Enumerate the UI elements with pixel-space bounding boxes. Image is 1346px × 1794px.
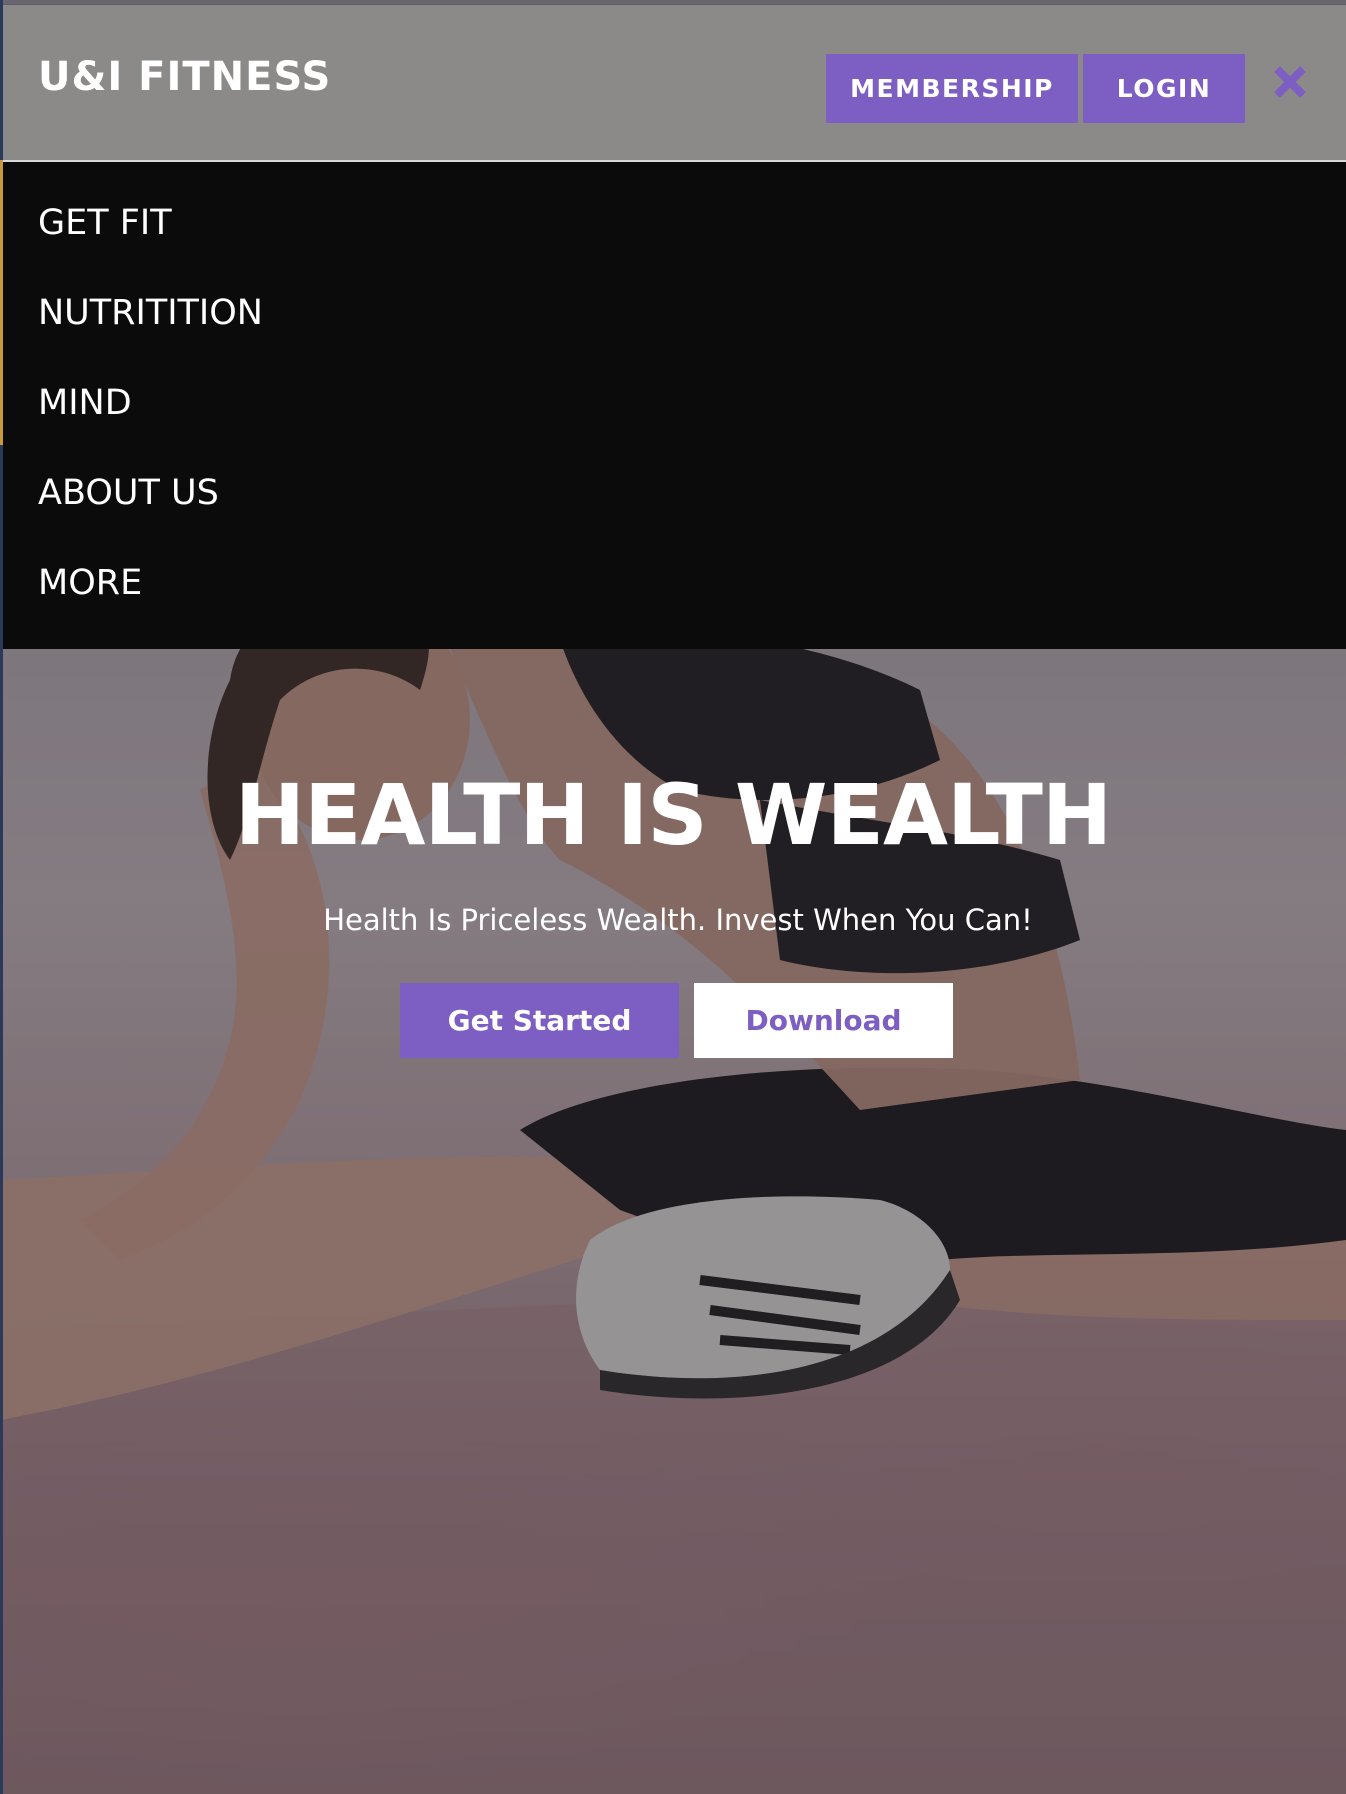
close-icon[interactable] [1272, 64, 1308, 100]
login-button[interactable]: LOGIN [1083, 54, 1245, 123]
close-x-glyph [1274, 66, 1306, 98]
nav-item-mind[interactable]: MIND [38, 386, 132, 421]
membership-button[interactable]: MEMBERSHIP [826, 54, 1078, 123]
nav-item-get-fit[interactable]: GET FIT [38, 206, 172, 241]
nav-item-about-us[interactable]: ABOUT US [38, 476, 219, 511]
nav-item-nutrition[interactable]: NUTRITITION [38, 296, 263, 331]
hero-title: HEALTH IS WEALTH [234, 766, 1112, 864]
nav-menu: GET FIT NUTRITITION MIND ABOUT US MORE [3, 162, 1346, 649]
brand-logo[interactable]: U&I FITNESS [38, 57, 331, 97]
get-started-button[interactable]: Get Started [400, 983, 679, 1058]
hero-subtitle: Health Is Priceless Wealth. Invest When … [323, 903, 1033, 937]
nav-item-more[interactable]: MORE [38, 566, 142, 601]
download-button[interactable]: Download [694, 983, 953, 1058]
